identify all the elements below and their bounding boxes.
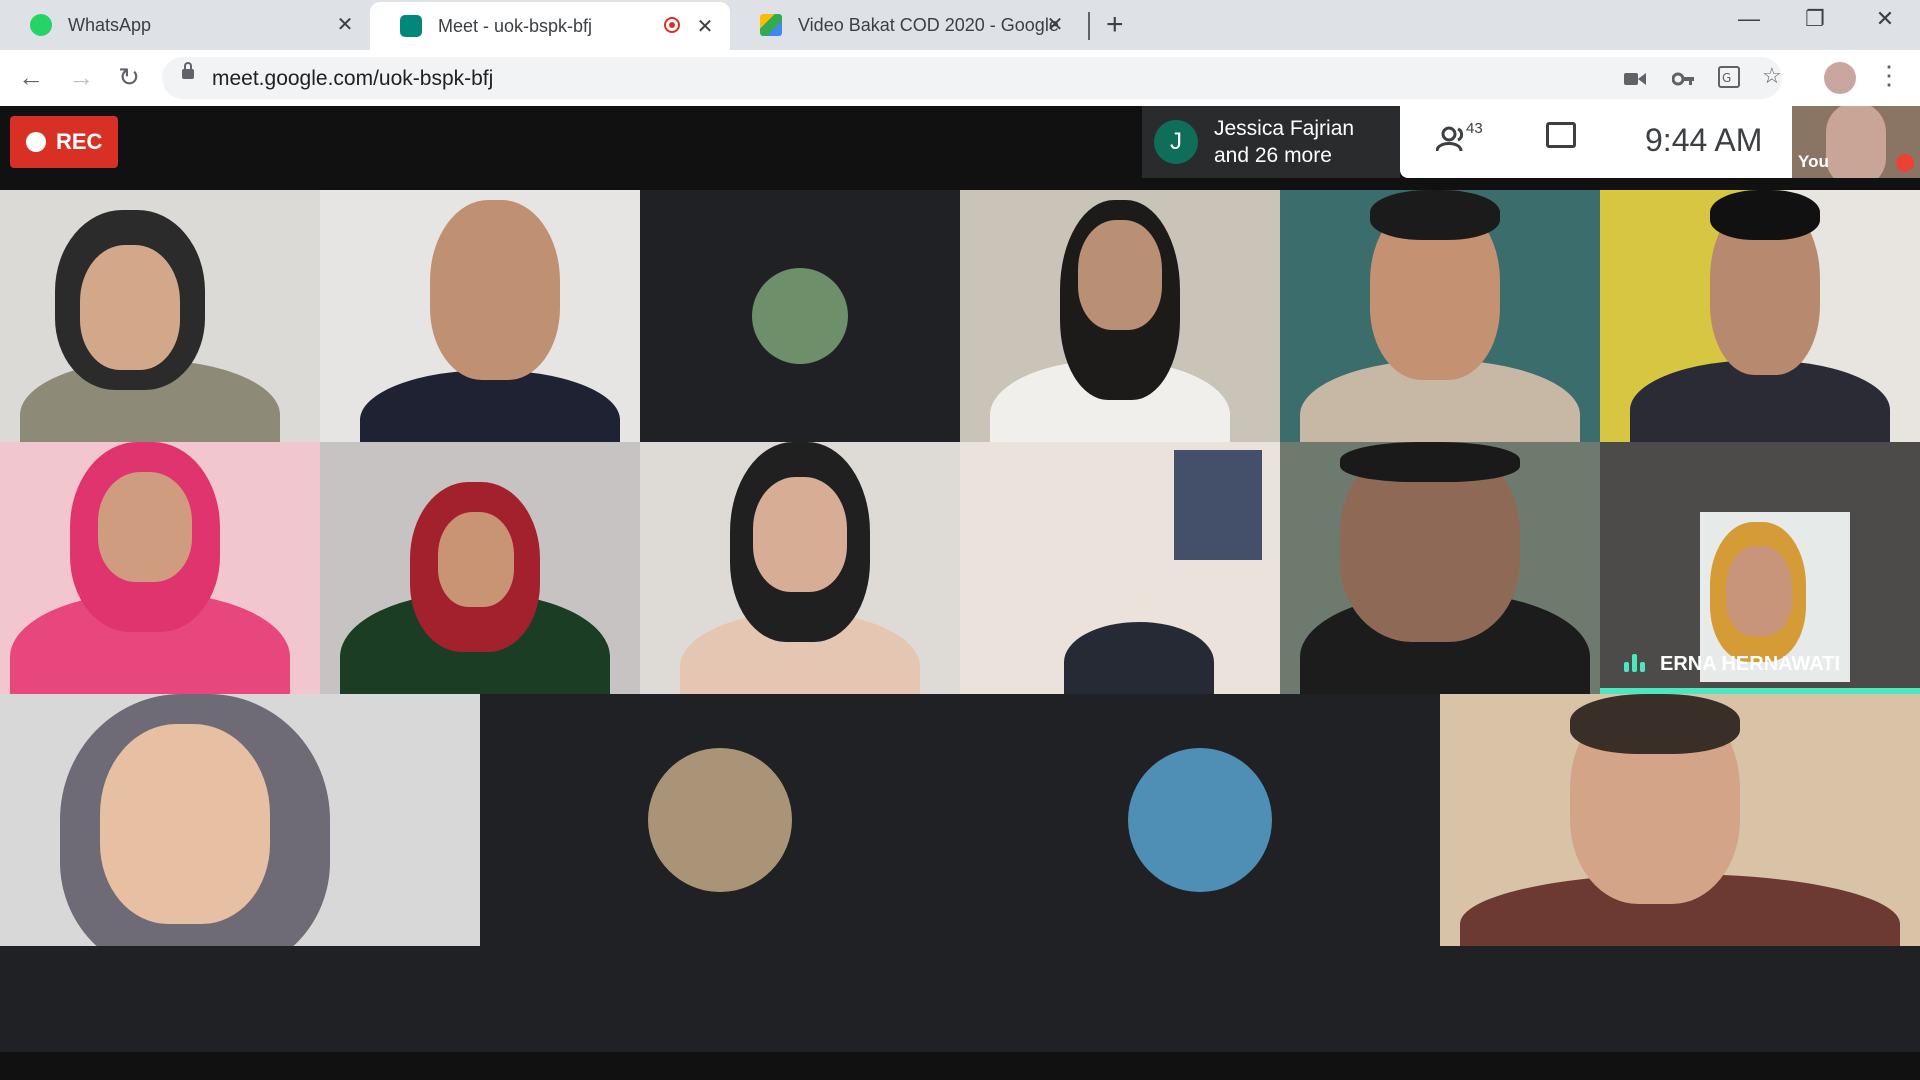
- participant-video: [430, 200, 560, 380]
- bottom-bar: [0, 1052, 1920, 1080]
- tab-meet[interactable]: Meet - uok-bspk-bfj ✕: [370, 2, 730, 50]
- participant-tile[interactable]: [960, 442, 1280, 694]
- self-label: You: [1798, 152, 1829, 171]
- meet-top-bar: REC J Jessica Fajrian and 26 more 43 9:4…: [0, 106, 1920, 190]
- chrome-menu-icon[interactable]: ⋮: [1876, 60, 1902, 91]
- meeting-clock: 9:44 AM: [1645, 122, 1763, 158]
- minimize-button[interactable]: —: [1724, 6, 1774, 32]
- reload-button[interactable]: ↻: [112, 62, 146, 93]
- close-tab-icon[interactable]: ✕: [694, 14, 716, 39]
- tab-strip: WhatsApp ✕ Meet - uok-bspk-bfj ✕ Video B…: [0, 0, 1920, 50]
- participant-video: [1570, 694, 1740, 754]
- self-video: [1826, 106, 1886, 178]
- participant-tile[interactable]: [320, 442, 640, 694]
- participant-video: [98, 472, 192, 582]
- participant-avatar: [648, 748, 792, 892]
- tab-title: WhatsApp: [68, 14, 152, 35]
- participant-tile[interactable]: [0, 442, 320, 694]
- tab-divider: [1088, 12, 1090, 40]
- close-tab-icon[interactable]: ✕: [1044, 12, 1066, 37]
- recording-button[interactable]: REC: [10, 116, 118, 168]
- tab-title: Video Bakat COD 2020 - Google: [798, 14, 1058, 35]
- new-tab-button[interactable]: +: [1106, 8, 1124, 42]
- participant-video: [1064, 622, 1214, 694]
- participant-tile[interactable]: [480, 694, 960, 946]
- tab-title: Meet - uok-bspk-bfj: [438, 15, 593, 36]
- meet-controls-panel: 43 9:44 AM: [1400, 106, 1792, 178]
- recording-label: REC: [56, 129, 103, 154]
- svg-text:G: G: [1722, 71, 1731, 85]
- participant-tile[interactable]: [640, 442, 960, 694]
- participant-avatar: [752, 268, 848, 364]
- star-icon[interactable]: ☆: [1762, 63, 1782, 89]
- joined-notification: J Jessica Fajrian and 26 more: [1142, 106, 1400, 178]
- participant-tile[interactable]: [1440, 694, 1920, 946]
- participant-video: [1370, 190, 1500, 240]
- participant-tile[interactable]: [960, 694, 1440, 946]
- participant-tile[interactable]: [0, 190, 320, 442]
- forward-button[interactable]: →: [64, 62, 98, 93]
- meet-call: REC J Jessica Fajrian and 26 more 43 9:4…: [0, 106, 1920, 1080]
- back-button[interactable]: ←: [14, 62, 48, 93]
- joined-name: Jessica Fajrian: [1214, 117, 1355, 140]
- camera-icon[interactable]: [1624, 67, 1646, 93]
- close-tab-icon[interactable]: ✕: [334, 12, 356, 37]
- translate-icon[interactable]: G: [1718, 66, 1740, 94]
- audio-level-icon: [1624, 654, 1648, 672]
- participant-count: 43: [1466, 120, 1483, 137]
- participant-tile[interactable]: [960, 190, 1280, 442]
- participant-tile[interactable]: [640, 190, 960, 442]
- tab-google-drive[interactable]: Video Bakat COD 2020 - Google ✕: [730, 0, 1080, 50]
- tab-whatsapp[interactable]: WhatsApp ✕: [0, 0, 370, 50]
- people-icon[interactable]: [1435, 126, 1470, 160]
- participant-tile[interactable]: [1280, 442, 1600, 694]
- key-icon[interactable]: [1671, 67, 1694, 93]
- wall-frame: [1174, 450, 1262, 560]
- participant-video: [1078, 220, 1162, 330]
- meet-icon: [400, 15, 422, 37]
- whatsapp-icon: [30, 14, 52, 36]
- participant-tile[interactable]: [0, 694, 480, 946]
- lock-icon[interactable]: [182, 62, 194, 79]
- participant-avatar: [1128, 748, 1272, 892]
- address-bar: ← → ↻ meet.google.com/uok-bspk-bfj G ☆ ⋮: [0, 50, 1920, 107]
- restore-button[interactable]: ❐: [1790, 6, 1840, 32]
- participant-tile[interactable]: [320, 190, 640, 442]
- participant-name: ERNA HERNAWATI: [1660, 653, 1840, 675]
- joined-avatar: J: [1154, 120, 1198, 164]
- recording-indicator-icon: [664, 17, 680, 33]
- participant-video: [753, 477, 847, 592]
- mic-off-icon: [1896, 154, 1914, 172]
- participant-video: [100, 724, 270, 924]
- participant-video: [1726, 546, 1792, 636]
- participant-video: [1710, 190, 1820, 240]
- participant-tile-active-speaker[interactable]: ERNA HERNAWATI: [1600, 442, 1920, 694]
- participant-video: [438, 512, 514, 607]
- participant-video: [360, 370, 620, 442]
- chat-icon[interactable]: [1546, 122, 1576, 148]
- profile-avatar[interactable]: [1824, 62, 1856, 94]
- participant-video: [80, 245, 180, 370]
- participant-tile[interactable]: [1600, 190, 1920, 442]
- google-drive-icon: [760, 14, 782, 36]
- omnibox[interactable]: meet.google.com/uok-bspk-bfj G ☆: [162, 57, 1782, 99]
- self-view-tile[interactable]: You: [1792, 106, 1920, 178]
- participant-tile[interactable]: [1280, 190, 1600, 442]
- url-text[interactable]: meet.google.com/uok-bspk-bfj: [212, 67, 493, 91]
- record-dot-icon: [26, 132, 46, 152]
- close-window-button[interactable]: ✕: [1860, 6, 1910, 32]
- joined-more: and 26 more: [1214, 144, 1332, 167]
- participant-video: [1340, 442, 1520, 482]
